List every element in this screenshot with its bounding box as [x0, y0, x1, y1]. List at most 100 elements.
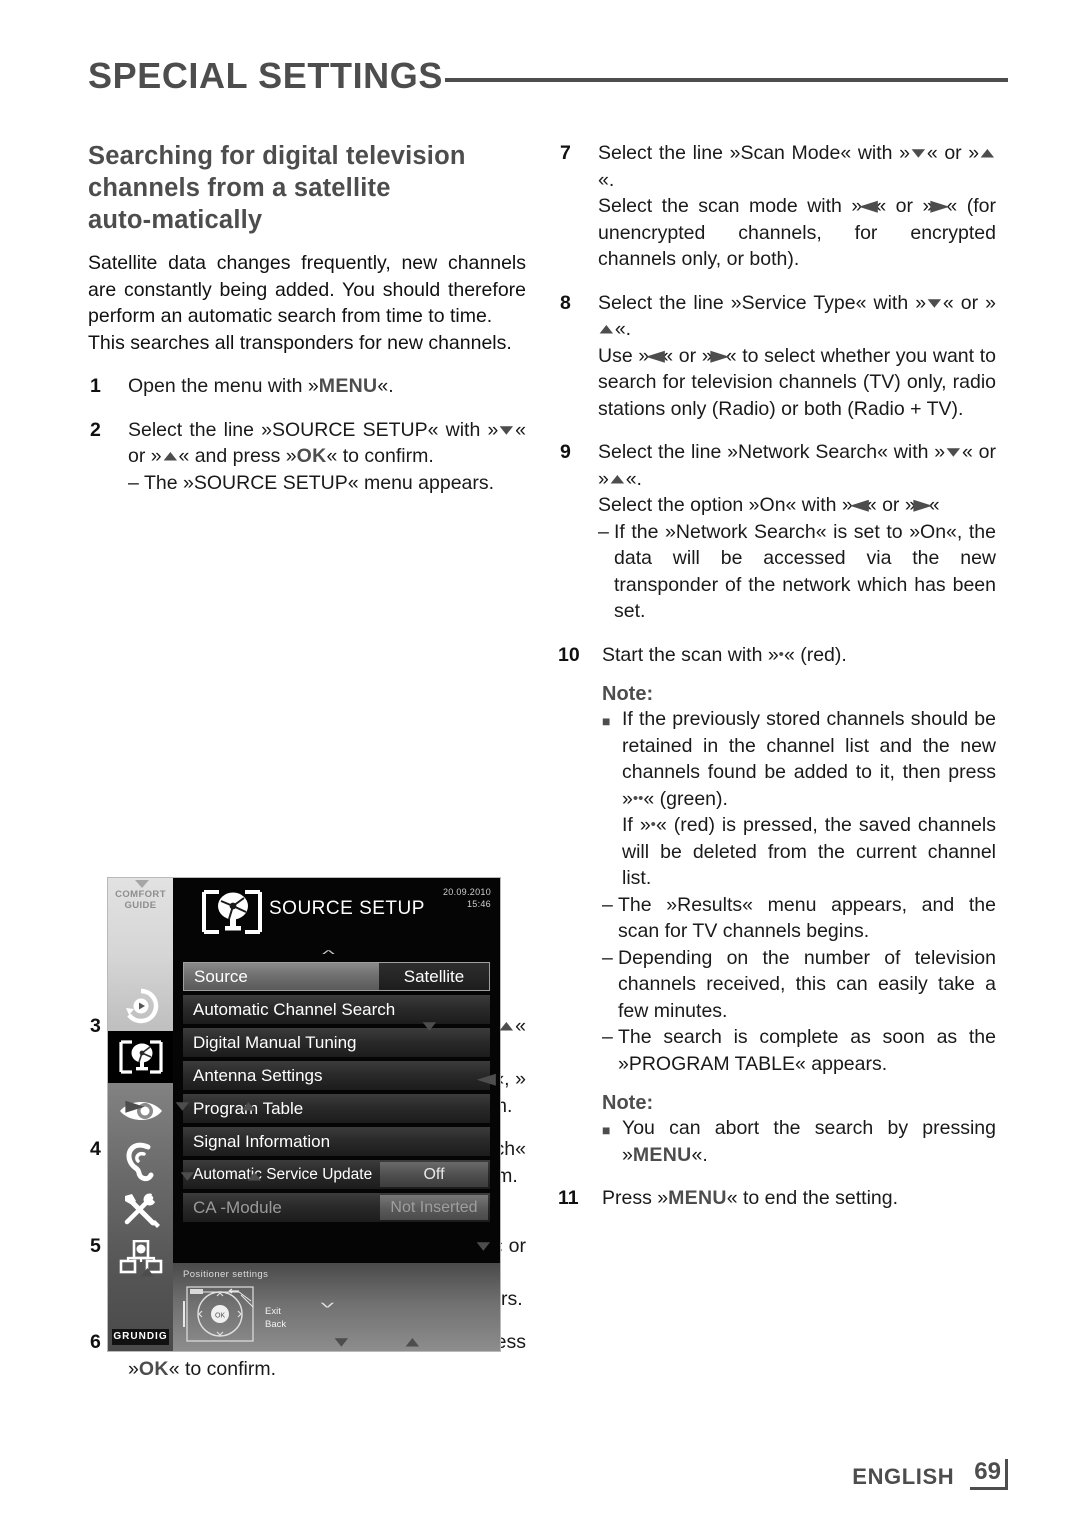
step-text-2: Select the scan mode with »◀« or »▶« (fo…: [598, 195, 997, 270]
chevron-up-icon[interactable]: ^: [322, 949, 335, 961]
tv-row-label: Antenna Settings: [193, 1065, 323, 1085]
tv-row-label: Automatic Service Update: [193, 1165, 373, 1183]
note-dash-list-1: – The »Results« menu appears, and the sc…: [602, 892, 996, 1078]
back-label: Back: [265, 1319, 287, 1330]
tv-row-label: Source: [184, 963, 379, 990]
section-title: Searching for digital television channel…: [88, 142, 466, 234]
note-bullet-text: If the previously stored channels should…: [622, 708, 996, 810]
note-dash-item: – The »Results« menu appears, and the sc…: [602, 892, 996, 945]
step-sub-text: If the »Network Search« is set to »On«, …: [614, 520, 996, 623]
media-play-icon[interactable]: [108, 986, 173, 1031]
step-sub-text: The »SOURCE SETUP« menu appears.: [144, 471, 495, 494]
grundig-logo: GRUNDIG: [112, 1329, 169, 1345]
step-text: Press »MENU« to end the setting.: [602, 1187, 899, 1209]
step-1: 1 Open the menu with »MENU«.: [88, 373, 526, 400]
step-sub-item: – If the »Network Search« is set to »On«…: [598, 519, 996, 625]
step-2: 2 Select the line »SOURCE SETUP« with »▼…: [88, 417, 526, 497]
dash-marker: –: [602, 1026, 613, 1048]
tools-icon[interactable]: [108, 1190, 173, 1235]
tv-row-label: Signal Information: [193, 1131, 331, 1151]
note-bullet-item-2: ■ You can abort the search by pressing »…: [602, 1115, 996, 1168]
note-bullet-text: You can abort the search by pressing »ME…: [622, 1117, 996, 1166]
tv-row-value: Satellite: [379, 963, 489, 990]
note-bullet-item-1: ■ If the previously stored channels shou…: [602, 706, 996, 812]
right-column: 7 Select the line »Scan Mode« with »▼« o…: [558, 140, 999, 1212]
tv-menu-row-ca-module[interactable]: CA -Module Not Inserted: [183, 1193, 490, 1222]
comfort-guide-line1: COMFORT: [115, 889, 166, 900]
step-10: 10 Start the scan with »•« (red).: [558, 642, 996, 669]
tv-row-label: Program Table: [193, 1098, 304, 1118]
page-title: SPECIAL SETTINGS: [88, 55, 443, 96]
tv-menu-screenshot: COMFORT GUIDE GRUNDIG SOURCE SETUP 20.09…: [108, 878, 500, 1351]
note-bullet-text-2: If »•« (red) is pressed, the saved chann…: [622, 814, 996, 889]
note-dash-item: – The search is complete as soon as the …: [602, 1024, 996, 1077]
step-number: 2: [90, 418, 101, 441]
note-heading-2: Note:: [602, 1092, 654, 1114]
step-text: Select the line »Scan Mode« with »▼« or …: [598, 142, 999, 191]
ear-icon[interactable]: [108, 1141, 173, 1188]
tv-datetime: 20.09.2010 15:46: [443, 886, 491, 910]
tv-time: 15:46: [466, 899, 491, 909]
step-number: 10: [558, 643, 580, 666]
tv-main-panel: SOURCE SETUP 20.09.2010 15:46 ^ Source S…: [173, 878, 500, 1351]
footer-language: ENGLISH: [852, 1464, 955, 1489]
tv-figure-wrapper: COMFORT GUIDE GRUNDIG SOURCE SETUP 20.09…: [88, 496, 526, 1351]
positioner-settings-label: Positioner settings: [183, 1269, 269, 1280]
step-number: 8: [560, 291, 571, 314]
note-dash-text: The search is complete as soon as the »P…: [618, 1026, 996, 1075]
remote-dpad-diagram: OK: [183, 1283, 263, 1350]
step-9: 9 Select the line »Network Search« with …: [558, 439, 996, 625]
tv-menu-row-antenna-settings[interactable]: Antenna Settings: [183, 1061, 490, 1090]
comfort-guide-line2: GUIDE: [124, 900, 157, 911]
step-7: 7 Select the line »Scan Mode« with »▼« o…: [558, 140, 999, 273]
note-dash-item: – Depending on the number of television …: [602, 945, 996, 1025]
step-text-2: Use »◀« or »▶« to select whether you wan…: [598, 344, 996, 420]
manual-page: SPECIAL SETTINGS Searching for digital t…: [0, 0, 1080, 1532]
dash-marker: –: [602, 946, 613, 969]
tv-menu-row-source[interactable]: Source Satellite: [183, 962, 490, 991]
step-sub-item: – The »SOURCE SETUP« menu appears.: [128, 470, 526, 497]
note-dash-text: The »Results« menu appears, and the scan…: [618, 893, 996, 943]
tv-row-label: Digital Manual Tuning: [193, 1032, 357, 1052]
note-dash-text: Depending on the number of television ch…: [618, 946, 996, 1022]
tv-row-label: CA -Module: [193, 1197, 282, 1217]
satellite-dish-icon[interactable]: [108, 1038, 173, 1081]
step-text: Start the scan with »•« (red).: [602, 643, 847, 666]
remote-legend: Exit Back: [265, 1305, 286, 1331]
step-text: Select the line »Network Search« with »▼…: [598, 441, 996, 490]
page-footer: ENGLISH 69: [852, 1459, 1008, 1490]
tv-row-label: Automatic Channel Search: [193, 999, 396, 1019]
tv-menu-row-digital-manual-tuning[interactable]: Digital Manual Tuning: [183, 1028, 490, 1057]
tv-menu-row-automatic-service-update[interactable]: Automatic Service Update Off: [183, 1160, 490, 1189]
step-number: 1: [90, 375, 101, 397]
step-number: 11: [558, 1187, 579, 1209]
dash-marker: –: [598, 520, 609, 543]
square-bullet-icon: ■: [602, 713, 611, 729]
square-bullet-icon: ■: [602, 1122, 611, 1138]
tv-row-value: Not Inserted: [380, 1195, 488, 1220]
tv-menu-row-automatic-channel-search[interactable]: Automatic Channel Search: [183, 995, 490, 1024]
dash-marker: –: [128, 471, 139, 494]
tv-menu-row-signal-information[interactable]: Signal Information: [183, 1127, 490, 1156]
intro-paragraph: Satellite data changes frequently, new c…: [88, 252, 526, 327]
dash-marker: –: [602, 893, 613, 916]
header-rule: [445, 78, 1008, 82]
chevron-up-icon: [135, 880, 149, 888]
tv-menu-row-program-table[interactable]: Program Table: [183, 1094, 490, 1123]
step-text: Select the line »Service Type« with »▼« …: [595, 291, 996, 341]
tv-row-value: Off: [380, 1162, 488, 1187]
page-header: SPECIAL SETTINGS: [88, 55, 1008, 103]
step-8: 8 Select the line »Service Type« with »▼…: [558, 290, 996, 423]
tv-menu-title: SOURCE SETUP: [269, 898, 425, 919]
step-text: Select the line »SOURCE SETUP« with »▼« …: [128, 418, 526, 468]
step-number: 9: [560, 441, 571, 463]
chevron-down-icon[interactable]: ˅: [319, 1300, 335, 1312]
comfort-guide-label: COMFORT GUIDE: [108, 889, 173, 911]
step-11: 11 Press »MENU« to end the setting.: [558, 1185, 996, 1212]
exit-label: Exit: [265, 1306, 281, 1317]
step-text: Open the menu with »MENU«.: [128, 375, 394, 397]
left-column: Searching for digital television channel…: [88, 140, 526, 1382]
footer-page-number: 69: [970, 1459, 1008, 1490]
step-number: 7: [560, 142, 571, 164]
svg-text:OK: OK: [215, 1313, 225, 1320]
